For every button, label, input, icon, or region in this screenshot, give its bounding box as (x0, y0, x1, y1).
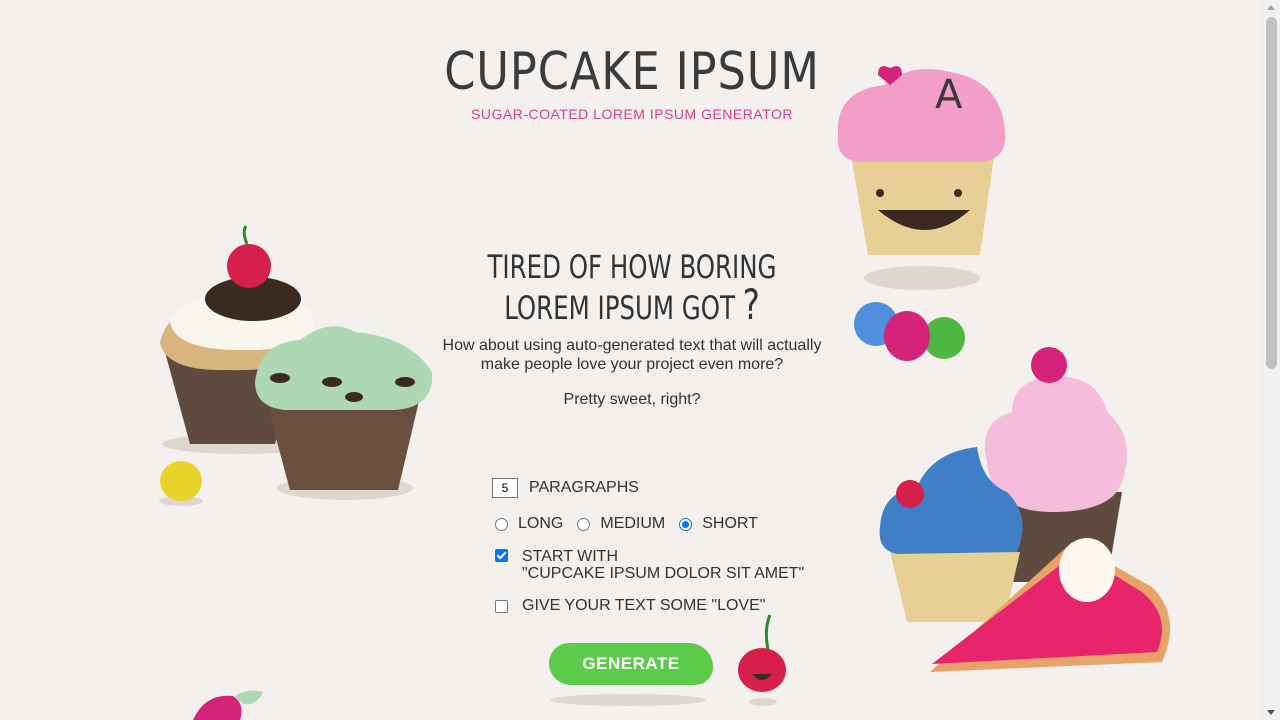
headline-question-mark: ? (742, 280, 760, 329)
generate-button-shadow (550, 694, 706, 706)
cherry-character-illustration (738, 614, 786, 706)
start-with-checkbox[interactable] (495, 549, 508, 562)
site-subtitle: SUGAR-COATED LOREM IPSUM GENERATOR (471, 106, 793, 122)
pink-frosting (837, 68, 1006, 162)
start-with-label[interactable]: START WITH "CUPCAKE IPSUM DOLOR SIT AMET… (522, 548, 804, 582)
cherry-icon (896, 480, 924, 508)
start-with-label-line-2: "CUPCAKE IPSUM DOLOR SIT AMET" (522, 565, 805, 582)
length-short-label[interactable]: SHORT (702, 515, 758, 533)
tagline: Pretty sweet, right? (563, 391, 701, 408)
paragraphs-row: PARAGRAPHS (492, 478, 639, 498)
headline: TIRED OF HOW BORING LOREM IPSUM GOT ? (462, 248, 802, 327)
length-short-radio[interactable] (679, 517, 693, 531)
scroll-up-arrow-icon[interactable] (1267, 5, 1275, 10)
length-medium-label[interactable]: MEDIUM (600, 515, 665, 533)
intro-text: How about using auto-generated text that… (424, 336, 840, 374)
length-medium-radio[interactable] (577, 517, 591, 531)
bottom-fruit-illustration (193, 690, 263, 720)
love-checkbox[interactable] (495, 599, 508, 613)
cherry-stem (764, 614, 772, 651)
chocolate-chip (345, 392, 363, 402)
length-long-radio[interactable] (495, 517, 508, 531)
start-with-label-line-1: START WITH (522, 548, 618, 565)
scroll-down-arrow-icon[interactable] (1267, 710, 1275, 715)
cherry-icon (227, 244, 271, 288)
cherry-stem (242, 225, 249, 245)
start-with-row: START WITH "CUPCAKE IPSUM DOLOR SIT AMET… (495, 548, 804, 582)
cherry-character (738, 648, 786, 692)
cupcake-eye (954, 189, 962, 197)
cherry-shadow (749, 698, 777, 706)
yellow-candy (160, 461, 202, 501)
raspberry-icon (1031, 347, 1067, 383)
cupcake-wrapper (265, 397, 420, 490)
yellow-candy-illustration (159, 461, 203, 506)
cupcake-shadow (864, 266, 980, 290)
paragraphs-label: PARAGRAPHS (529, 479, 639, 496)
whipped-cream (1059, 538, 1115, 602)
cupcake-eye (876, 189, 884, 197)
intro-line-2: make people love your project even more? (480, 356, 784, 373)
length-long-label[interactable]: LONG (518, 515, 563, 533)
length-options: LONG MEDIUM SHORT (495, 515, 758, 533)
intro-line-1: How about using auto-generated text that… (442, 337, 822, 354)
page-scrollbar[interactable] (1262, 0, 1280, 720)
chocolate-chip (270, 373, 290, 383)
love-row: GIVE YOUR TEXT SOME "LOVE" (495, 597, 765, 615)
generate-button[interactable]: GENERATE (549, 643, 713, 685)
chocolate-chip (322, 377, 342, 387)
cupcake-wrapper (850, 150, 995, 255)
berry-icon (193, 695, 242, 720)
cupcake-letter: A (935, 72, 963, 118)
scrollbar-thumb[interactable] (1266, 17, 1277, 369)
headline-line-2: LOREM IPSUM GOT (504, 289, 735, 327)
chocolate-chip (395, 377, 415, 387)
right-desserts-illustration (879, 347, 1170, 672)
love-label[interactable]: GIVE YOUR TEXT SOME "LOVE" (522, 597, 765, 615)
paragraphs-input[interactable] (492, 478, 518, 498)
happy-cupcake-illustration: A (837, 66, 1006, 290)
